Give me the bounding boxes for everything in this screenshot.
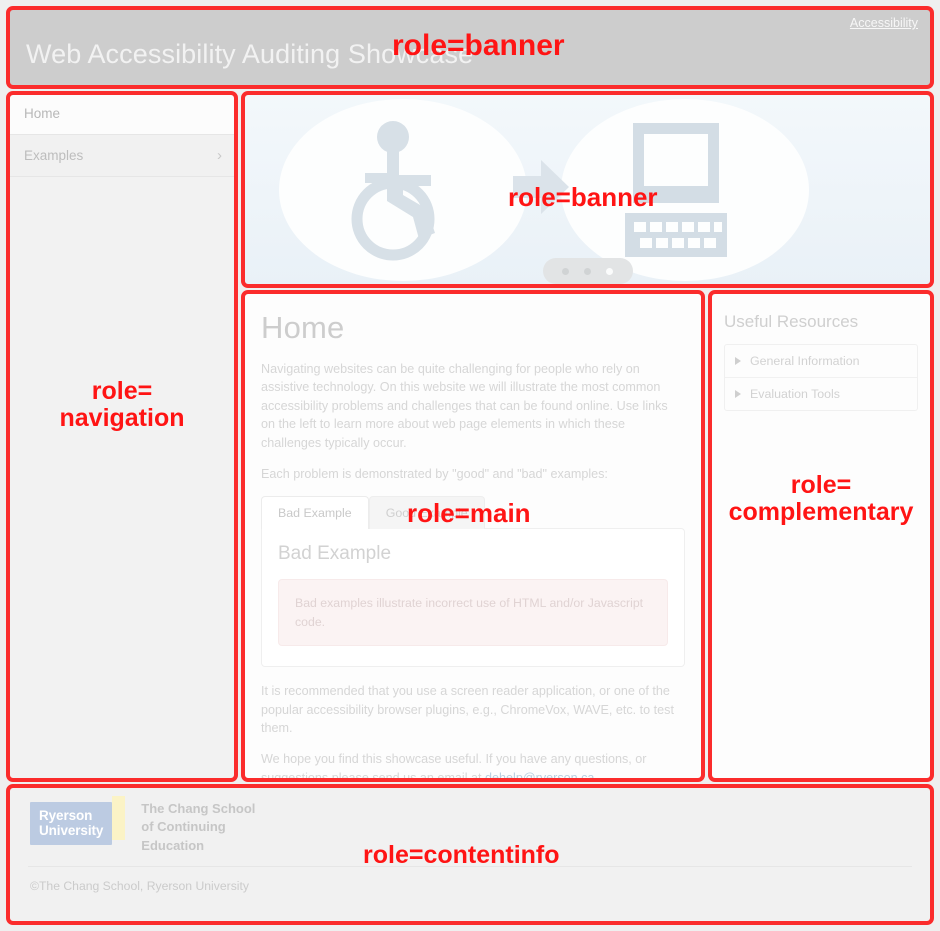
sidebar-item-home[interactable]: Home — [8, 93, 236, 135]
computer-icon — [625, 123, 727, 257]
logo-accent-bar — [112, 796, 126, 840]
useful-resources-heading: Useful Resources — [724, 312, 859, 331]
site-footer: Ryerson University The Chang School of C… — [8, 786, 932, 923]
tab-bad-example[interactable]: Bad Example — [261, 496, 369, 530]
accordion-item-label: Evaluation Tools — [750, 387, 841, 401]
ryerson-university-logo: Ryerson University — [30, 802, 113, 846]
accordion-item-label: General Information — [750, 354, 860, 368]
carousel-indicator[interactable] — [542, 258, 633, 284]
chevron-right-icon: › — [217, 147, 222, 164]
main-paragraph-contact: We hope you find this showcase useful. I… — [261, 750, 685, 780]
sidebar-item-label: Home — [24, 106, 61, 121]
footer-logo-group: Ryerson University The Chang School of C… — [30, 796, 255, 855]
wheelchair-icon — [351, 121, 435, 261]
email-link[interactable]: dehelp@ryerson.ca — [485, 771, 594, 780]
sidebar-item-label: Examples — [24, 148, 84, 163]
sidebar-navigation: Home Examples › — [8, 93, 236, 780]
caret-right-icon — [735, 390, 741, 398]
logo-line-1: Ryerson — [39, 808, 93, 823]
bad-example-alert: Bad examples illustrate incorrect use of… — [278, 579, 668, 647]
main-paragraph-examples-lead: Each problem is demonstrated by "good" a… — [261, 466, 608, 481]
arrow-right-icon — [513, 160, 569, 214]
chang-school-name: The Chang School of Continuing Education — [141, 800, 255, 855]
tab-panel-title: Bad Example — [278, 543, 392, 565]
resources-accordion: General Information Evaluation Tools — [724, 344, 918, 411]
main-paragraph-recommendation: It is recommended that you use a screen … — [261, 684, 674, 735]
accordion-item-evaluation-tools[interactable]: Evaluation Tools — [725, 378, 917, 410]
accordion-item-general-information[interactable]: General Information — [725, 345, 917, 378]
main-heading: Home — [261, 310, 345, 345]
carousel-dot-1[interactable] — [562, 267, 569, 275]
copyright-text: ©The Chang School, Ryerson University — [30, 879, 249, 893]
main-paragraph-intro: Navigating websites can be quite challen… — [261, 362, 668, 450]
banner-carousel — [243, 93, 932, 286]
main-content: Home Navigating websites can be quite ch… — [243, 292, 703, 780]
complementary-sidebar: Useful Resources General Information Eva… — [710, 292, 932, 780]
page-root: Web Accessibility Auditing Showcase Acce… — [0, 0, 940, 931]
caret-right-icon — [735, 357, 741, 365]
site-header: Web Accessibility Auditing Showcase Acce… — [8, 8, 932, 87]
accessibility-link[interactable]: Accessibility — [850, 16, 918, 30]
sidebar-item-examples[interactable]: Examples › — [8, 135, 236, 177]
chang-line-1: The Chang School — [141, 801, 256, 816]
logo-line-2: University — [39, 823, 104, 839]
carousel-dot-2[interactable] — [584, 267, 591, 275]
chang-line-3: Education — [141, 837, 205, 853]
carousel-dot-3[interactable] — [606, 267, 613, 275]
page-title: Web Accessibility Auditing Showcase — [26, 39, 474, 69]
tab-good-example[interactable]: Good Example — [368, 496, 485, 530]
footer-divider — [28, 866, 912, 867]
example-tabs: Bad Example Good Example — [261, 496, 685, 530]
chang-line-2: of Continuing — [141, 819, 226, 835]
tab-panel-bad-example: Bad Example Bad examples illustrate inco… — [261, 528, 685, 668]
